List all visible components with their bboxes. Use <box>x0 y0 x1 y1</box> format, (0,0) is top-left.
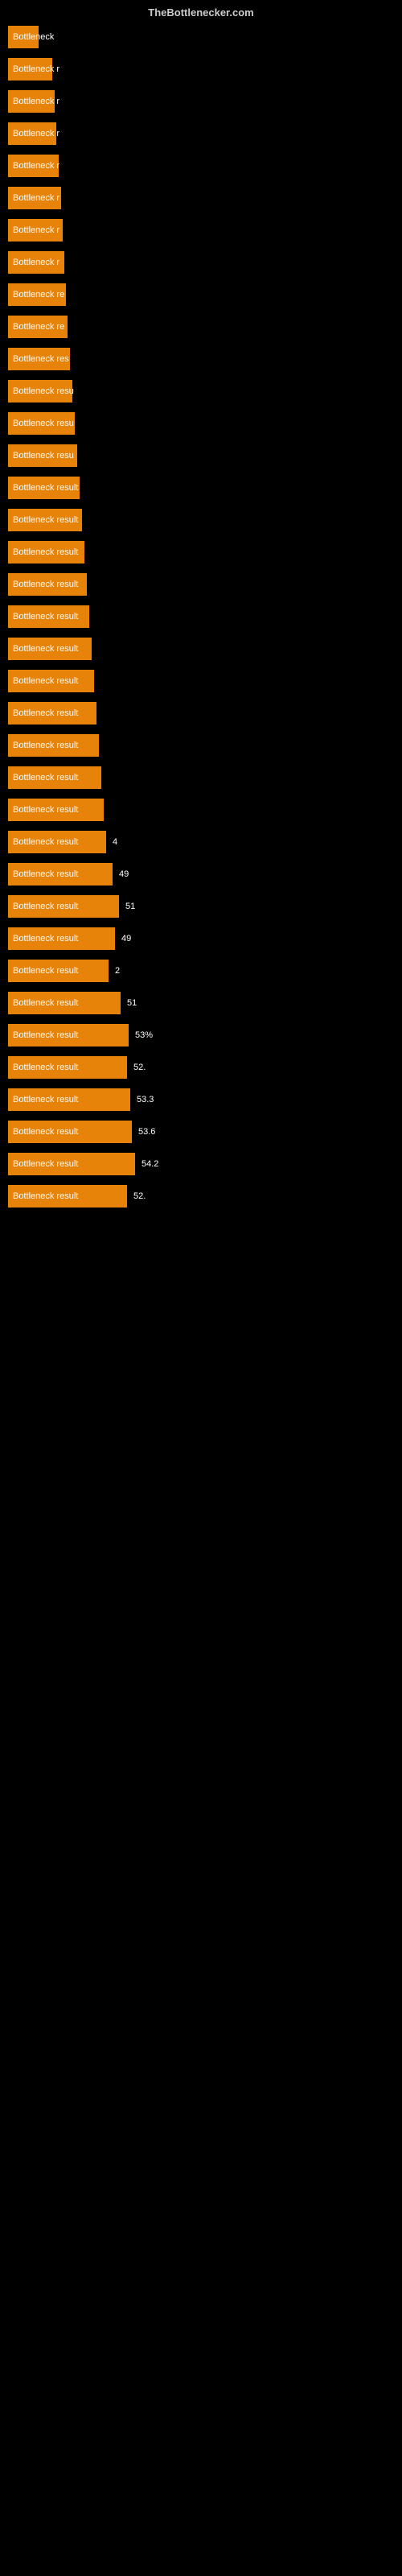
bar-label: Bottleneck r <box>8 58 52 80</box>
bar-row: Bottleneck result 53% <box>8 1020 394 1051</box>
bar-value: 49 <box>121 934 131 943</box>
bar-label: Bottleneck result <box>8 863 113 886</box>
bar-row: Bottleneck result 2 <box>8 956 394 986</box>
bar-value: 4 <box>113 837 117 847</box>
bar-row: Bottleneck r <box>8 183 394 213</box>
bar-label: Bottleneck resu <box>8 444 77 467</box>
bar-label: Bottleneck result <box>8 766 101 789</box>
bar-row: Bottleneck result 53.6 <box>8 1117 394 1147</box>
bar-row: Bottleneck result <box>8 601 394 632</box>
bar-row: Bottleneck result 51 <box>8 891 394 922</box>
bar-row: Bottleneck result 49 <box>8 859 394 890</box>
bar-label: Bottleneck r <box>8 90 55 113</box>
bar-row: Bottleneck res <box>8 344 394 374</box>
bar-label: Bottleneck result <box>8 1121 132 1143</box>
bar-label: Bottleneck r <box>8 155 59 177</box>
bar-label: Bottleneck result <box>8 573 87 596</box>
bar-value: 2 <box>115 966 120 976</box>
bar-label: Bottleneck result <box>8 1185 127 1208</box>
bar-row: Bottleneck r <box>8 215 394 246</box>
bar-row: Bottleneck resu <box>8 440 394 471</box>
bar-label: Bottleneck result <box>8 1088 130 1111</box>
bar-row: Bottleneck result 52. <box>8 1181 394 1212</box>
bar-label: Bottleneck result <box>8 605 89 628</box>
bar-value: 49 <box>119 869 129 879</box>
bar-value: 53% <box>135 1030 153 1040</box>
bar-value: 52. <box>133 1191 146 1201</box>
bar-row: Bottleneck result 54.2 <box>8 1149 394 1179</box>
bar-row: Bottleneck resu <box>8 376 394 407</box>
bar-row: Bottleneck result 4 <box>8 827 394 857</box>
bar-row: Bottleneck result 52. <box>8 1052 394 1083</box>
bar-row: Bottleneck result <box>8 537 394 568</box>
bar-label: Bottleneck re <box>8 316 68 338</box>
bar-label: Bottleneck r <box>8 251 64 274</box>
bar-row: Bottleneck result 53.3 <box>8 1084 394 1115</box>
bar-row: Bottleneck result <box>8 666 394 696</box>
bar-row: Bottleneck <box>8 22 394 52</box>
bar-label: Bottleneck result <box>8 1024 129 1046</box>
bar-row: Bottleneck r <box>8 247 394 278</box>
bar-label: Bottleneck result <box>8 799 104 821</box>
bar-value: 53.6 <box>138 1127 155 1137</box>
chart-area: Bottleneck Bottleneck r Bottleneck r Bottle… <box>0 22 402 1212</box>
bar-row: Bottleneck re <box>8 279 394 310</box>
bar-label: Bottleneck result <box>8 638 92 660</box>
bar-label: Bottleneck result <box>8 1153 135 1175</box>
bar-label: Bottleneck re <box>8 283 66 306</box>
bar-row: Bottleneck result <box>8 762 394 793</box>
bar-row: Bottleneck result <box>8 698 394 729</box>
bar-row: Bottleneck r <box>8 54 394 85</box>
bar-row: Bottleneck r <box>8 151 394 181</box>
bar-label: Bottleneck result <box>8 927 115 950</box>
bar-row: Bottleneck r <box>8 118 394 149</box>
bar-label: Bottleneck <box>8 26 39 48</box>
bar-row: Bottleneck result <box>8 473 394 503</box>
bar-value: 53.3 <box>137 1095 154 1104</box>
bar-label: Bottleneck r <box>8 122 56 145</box>
bar-row: Bottleneck result <box>8 569 394 600</box>
bar-label: Bottleneck result <box>8 477 80 499</box>
bar-label: Bottleneck result <box>8 702 96 724</box>
site-title: TheBottlenecker.com <box>0 0 402 22</box>
bar-row: Bottleneck result <box>8 795 394 825</box>
bar-row: Bottleneck result <box>8 730 394 761</box>
bar-row: Bottleneck result <box>8 505 394 535</box>
bar-label: Bottleneck result <box>8 509 82 531</box>
bar-label: Bottleneck resu <box>8 380 72 402</box>
bar-row: Bottleneck result 51 <box>8 988 394 1018</box>
bar-row: Bottleneck result <box>8 634 394 664</box>
bar-label: Bottleneck resu <box>8 412 75 435</box>
bar-label: Bottleneck result <box>8 541 84 564</box>
header: TheBottlenecker.com <box>0 0 402 22</box>
bar-row: Bottleneck resu <box>8 408 394 439</box>
bar-label: Bottleneck result <box>8 895 119 918</box>
bar-label: Bottleneck result <box>8 831 106 853</box>
bar-value: 54.2 <box>142 1159 158 1169</box>
bar-label: Bottleneck result <box>8 960 109 982</box>
bar-label: Bottleneck result <box>8 1056 127 1079</box>
bar-label: Bottleneck result <box>8 992 121 1014</box>
bar-label: Bottleneck result <box>8 670 94 692</box>
bar-value: 51 <box>125 902 135 911</box>
bar-value: 51 <box>127 998 137 1008</box>
bar-label: Bottleneck res <box>8 348 70 370</box>
bar-value: 52. <box>133 1063 146 1072</box>
bar-row: Bottleneck result 49 <box>8 923 394 954</box>
bar-row: Bottleneck r <box>8 86 394 117</box>
bar-row: Bottleneck re <box>8 312 394 342</box>
bar-label: Bottleneck result <box>8 734 99 757</box>
bar-label: Bottleneck r <box>8 187 61 209</box>
bar-label: Bottleneck r <box>8 219 63 242</box>
